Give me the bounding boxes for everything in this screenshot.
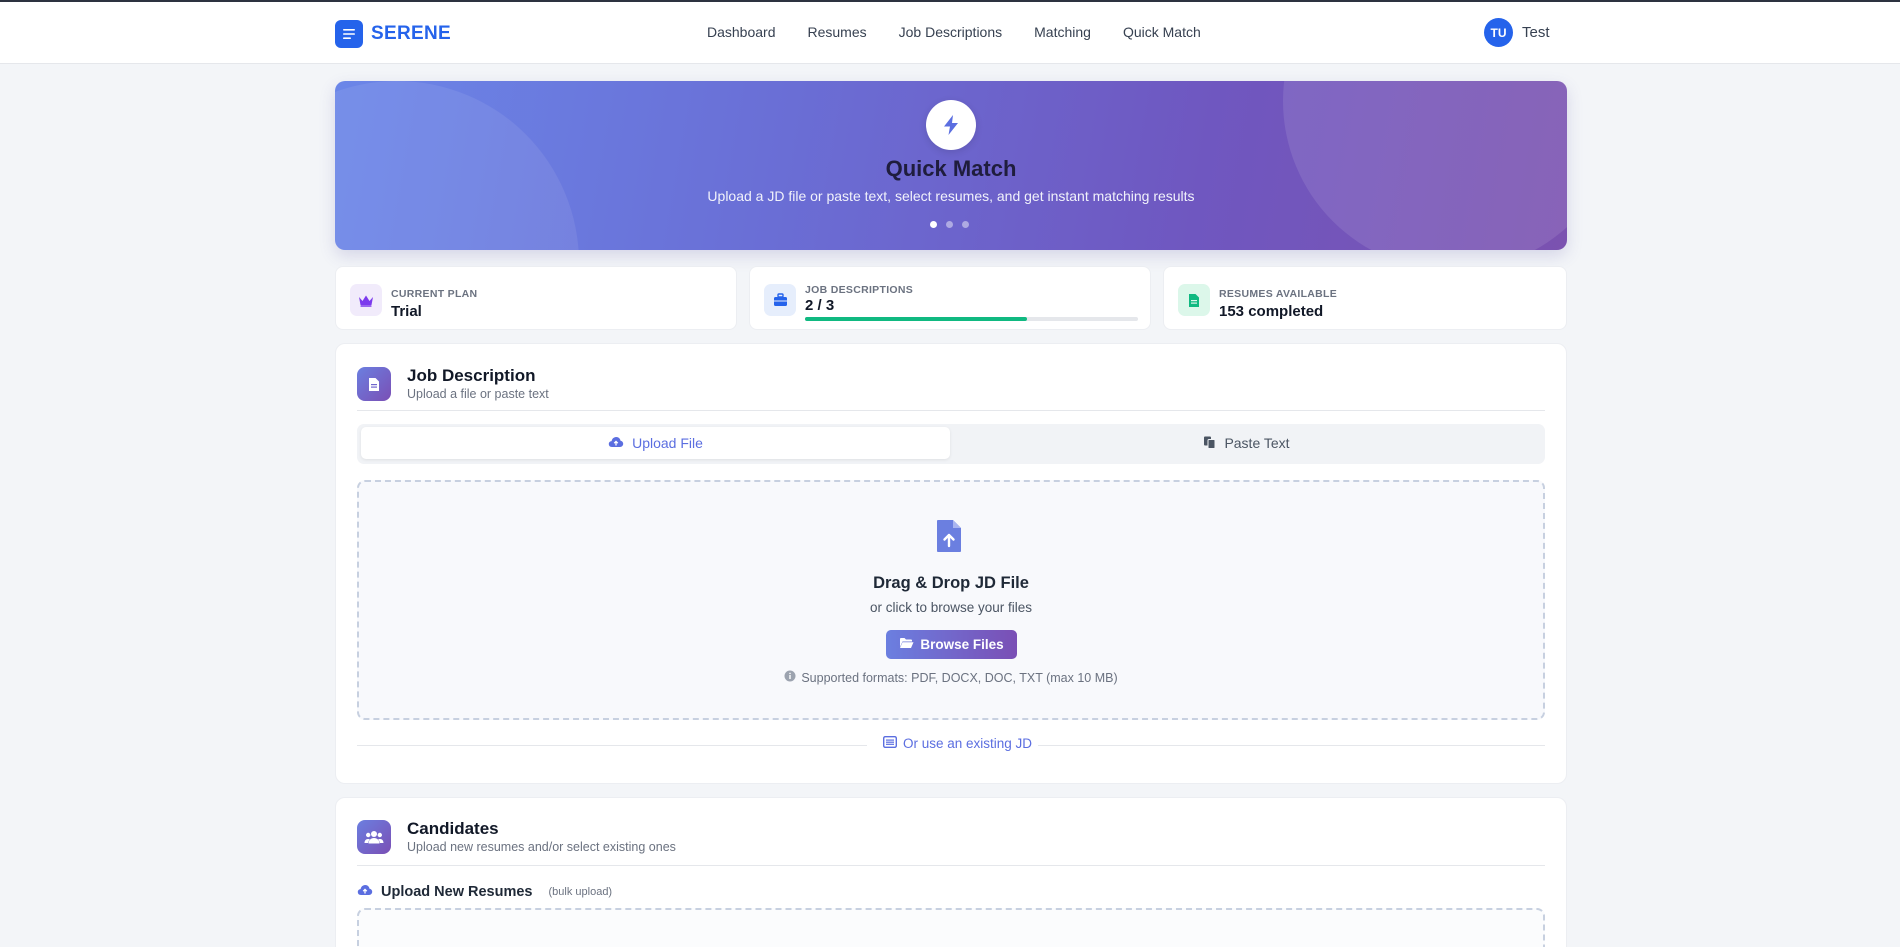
resume-dropzone[interactable] [357, 908, 1545, 947]
formats-text: Supported formats: PDF, DOCX, DOC, TXT (… [801, 670, 1118, 685]
info-circle-icon [784, 670, 796, 685]
divider [357, 410, 1545, 411]
stat-value: Trial [391, 303, 422, 320]
user-name: Test [1522, 24, 1550, 41]
jd-file-dropzone[interactable]: Drag & Drop JD File or click to browse y… [357, 480, 1545, 720]
stat-card-resumes: RESUMES AVAILABLE 153 completed [1163, 266, 1567, 330]
menu-lines-icon [335, 20, 363, 48]
link-label: Or use an existing JD [903, 736, 1033, 751]
tab-label: Upload File [632, 435, 703, 451]
upload-heading-text: Upload New Resumes [381, 884, 533, 900]
jd-input-tabs: Upload File Paste Text [357, 424, 1545, 464]
jd-usage-progress [805, 317, 1138, 321]
carousel-dot[interactable] [930, 221, 937, 228]
avatar: TU [1484, 18, 1513, 47]
cloud-upload-icon [357, 883, 373, 901]
upload-heading-note: (bulk upload) [548, 886, 613, 898]
carousel-dot[interactable] [962, 221, 969, 228]
progress-fill [805, 317, 1028, 321]
hero-banner: Quick Match Upload a JD file or paste te… [335, 81, 1567, 250]
list-icon [882, 735, 898, 751]
divider [1037, 745, 1545, 746]
nav-dashboard[interactable]: Dashboard [707, 24, 776, 40]
dropzone-subtitle: or click to browse your files [869, 600, 1033, 615]
clipboard-icon [1203, 435, 1216, 452]
dropzone-title: Drag & Drop JD File [873, 574, 1029, 592]
tab-paste-text[interactable]: Paste Text [952, 427, 1541, 459]
stat-value: 2 / 3 [805, 297, 835, 314]
user-menu[interactable]: TU Test [1484, 18, 1550, 47]
file-text-icon [357, 367, 391, 401]
stat-label: CURRENT PLAN [391, 288, 478, 300]
hero-subtitle: Upload a JD file or paste text, select r… [707, 188, 1195, 204]
cloud-upload-icon [608, 435, 624, 451]
job-description-panel: Job Description Upload a file or paste t… [335, 343, 1567, 784]
main-nav: Dashboard Resumes Job Descriptions Match… [707, 24, 1201, 40]
stat-value: 153 completed [1219, 303, 1324, 320]
nav-job-descriptions[interactable]: Job Descriptions [899, 24, 1003, 40]
tab-label: Paste Text [1224, 435, 1290, 451]
button-label: Browse Files [920, 637, 1004, 652]
nav-resumes[interactable]: Resumes [808, 24, 867, 40]
top-navbar: SERENE Dashboard Resumes Job Description… [0, 2, 1900, 64]
crown-icon [350, 284, 382, 316]
file-upload-icon [935, 519, 963, 558]
browse-files-button[interactable]: Browse Files [886, 630, 1017, 659]
hero-title: Quick Match [885, 156, 1017, 181]
briefcase-icon [764, 284, 796, 316]
existing-jd-row: Or use an existing JD [357, 735, 1545, 756]
nav-matching[interactable]: Matching [1034, 24, 1091, 40]
divider [357, 865, 1545, 866]
stat-label: JOB DESCRIPTIONS [805, 284, 914, 296]
carousel-dot[interactable] [946, 221, 953, 228]
panel-subtitle: Upload new resumes and/or select existin… [407, 840, 676, 854]
users-icon [357, 820, 391, 854]
brand[interactable]: SERENE [335, 20, 451, 48]
carousel-dots [930, 221, 969, 228]
nav-quick-match[interactable]: Quick Match [1123, 24, 1201, 40]
document-icon [1178, 284, 1210, 316]
stat-card-plan: CURRENT PLAN Trial [335, 266, 737, 330]
tab-upload-file[interactable]: Upload File [361, 427, 950, 459]
brand-name: SERENE [371, 23, 451, 44]
use-existing-jd-link[interactable]: Or use an existing JD [877, 735, 1039, 751]
panel-title: Candidates [407, 819, 499, 838]
panel-title: Job Description [407, 366, 536, 385]
lightning-bolt-icon [926, 100, 976, 150]
folder-open-icon [899, 637, 914, 652]
stat-card-job-descriptions: JOB DESCRIPTIONS 2 / 3 [749, 266, 1151, 330]
stat-label: RESUMES AVAILABLE [1219, 288, 1338, 300]
divider [357, 745, 867, 746]
upload-resumes-heading: Upload New Resumes (bulk upload) [357, 883, 612, 901]
supported-formats: Supported formats: PDF, DOCX, DOC, TXT (… [359, 670, 1543, 685]
panel-subtitle: Upload a file or paste text [407, 387, 549, 401]
candidates-panel: Candidates Upload new resumes and/or sel… [335, 797, 1567, 947]
